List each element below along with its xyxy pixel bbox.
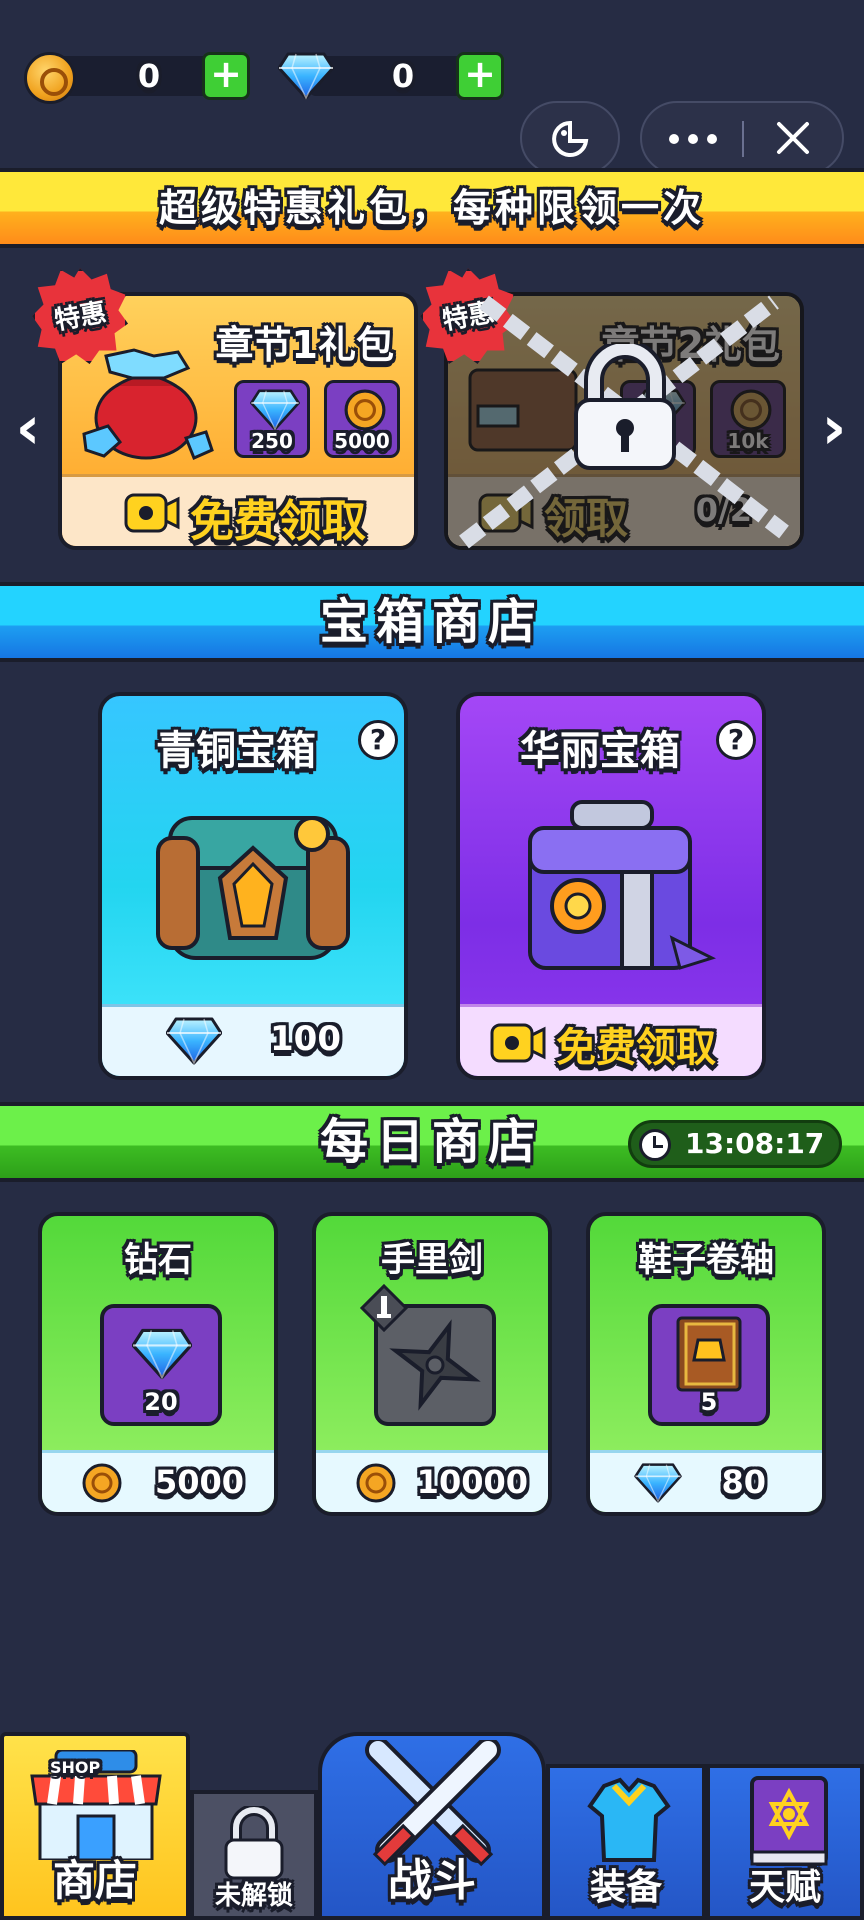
daily-refresh-timer: 13:08:17 (628, 1120, 842, 1168)
item-icon: 20 (100, 1304, 222, 1426)
chest-price: 100 (102, 1004, 404, 1076)
game-capsule-button[interactable] (520, 101, 620, 175)
close-icon (777, 122, 809, 154)
more-icon (669, 134, 717, 144)
special-offer-badge: 特惠 (32, 268, 128, 364)
tab-locked[interactable]: 未解锁 (190, 1790, 318, 1920)
gem-icon (250, 389, 300, 431)
lock-icon (574, 344, 676, 470)
lock-icon (224, 1806, 284, 1880)
item-price: 80 (590, 1450, 822, 1512)
shop-sign-label: SHOP (50, 1758, 101, 1777)
mini-program-controls (640, 101, 844, 175)
chest-name: 华丽宝箱 (520, 728, 680, 774)
daily-item-diamonds[interactable]: 钻石 20 5000 (38, 1212, 278, 1516)
bottom-nav: SHOP 商店 未解锁 战斗 装备 天赋 (0, 1732, 864, 1920)
claim-free-button[interactable]: 免费领取 (62, 474, 414, 546)
item-icon: 5 (648, 1304, 770, 1426)
item-price: 10000 (316, 1450, 548, 1512)
gem-icon (634, 1463, 682, 1503)
coin-icon (24, 52, 76, 104)
coin-amount: 0 (137, 57, 161, 95)
weapon-slot-icon (360, 1284, 408, 1332)
spellbook-icon (750, 1776, 828, 1866)
more-button[interactable] (642, 103, 742, 173)
bronze-chest-card[interactable]: 青铜宝箱 ? 100 (98, 692, 408, 1080)
chest-shop-banner: 宝箱商店 (0, 582, 864, 662)
gem-icon (132, 1328, 192, 1380)
fancy-chest-card[interactable]: 华丽宝箱 ? 免费领取 (456, 692, 766, 1080)
game-capsule-icon (552, 120, 589, 157)
add-gems-button[interactable]: + (456, 52, 504, 100)
armor-icon (587, 1777, 671, 1862)
pack-prev-arrow[interactable]: ‹ (8, 398, 48, 458)
close-button[interactable] (746, 103, 844, 173)
capsule-divider (742, 121, 744, 157)
coin-icon (344, 389, 386, 431)
chest-name: 青铜宝箱 (156, 728, 316, 774)
scroll-book-icon (676, 1316, 742, 1392)
pack-title: 章节1礼包 (215, 323, 394, 367)
gem-icon (278, 52, 334, 100)
tab-shop[interactable]: SHOP 商店 (0, 1732, 190, 1920)
pack-next-arrow[interactable]: › (814, 398, 854, 458)
help-icon[interactable]: ? (358, 720, 398, 760)
reward-gems: 250 (234, 380, 310, 458)
reward-coins: 5000 (324, 380, 400, 458)
clock-icon (639, 1129, 671, 1161)
tab-talent[interactable]: 天赋 (706, 1764, 864, 1920)
gem-icon (166, 1017, 222, 1065)
bronze-chest-icon (156, 816, 350, 960)
coin-counter: 0 + (24, 52, 254, 104)
fancy-chest-icon (528, 800, 716, 970)
daily-item-shuriken[interactable]: 手里剑 10000 (312, 1212, 552, 1516)
tab-equipment[interactable]: 装备 (546, 1764, 706, 1920)
daily-item-shoe-scroll[interactable]: 鞋子卷轴 5 80 (586, 1212, 826, 1516)
coin-icon (356, 1463, 396, 1503)
video-ad-icon (124, 493, 180, 533)
item-price: 5000 (42, 1450, 274, 1512)
chest-free-claim-button[interactable]: 免费领取 (460, 1004, 762, 1076)
gem-amount: 0 (391, 57, 415, 95)
tab-battle[interactable]: 战斗 (318, 1732, 546, 1920)
video-ad-icon (490, 1023, 546, 1063)
help-icon[interactable]: ? (716, 720, 756, 760)
add-coins-button[interactable]: + (202, 52, 250, 100)
gem-counter: 0 + (278, 52, 508, 100)
special-offer-banner: 超级特惠礼包，每种限领一次 (0, 168, 864, 248)
coin-icon (82, 1463, 122, 1503)
